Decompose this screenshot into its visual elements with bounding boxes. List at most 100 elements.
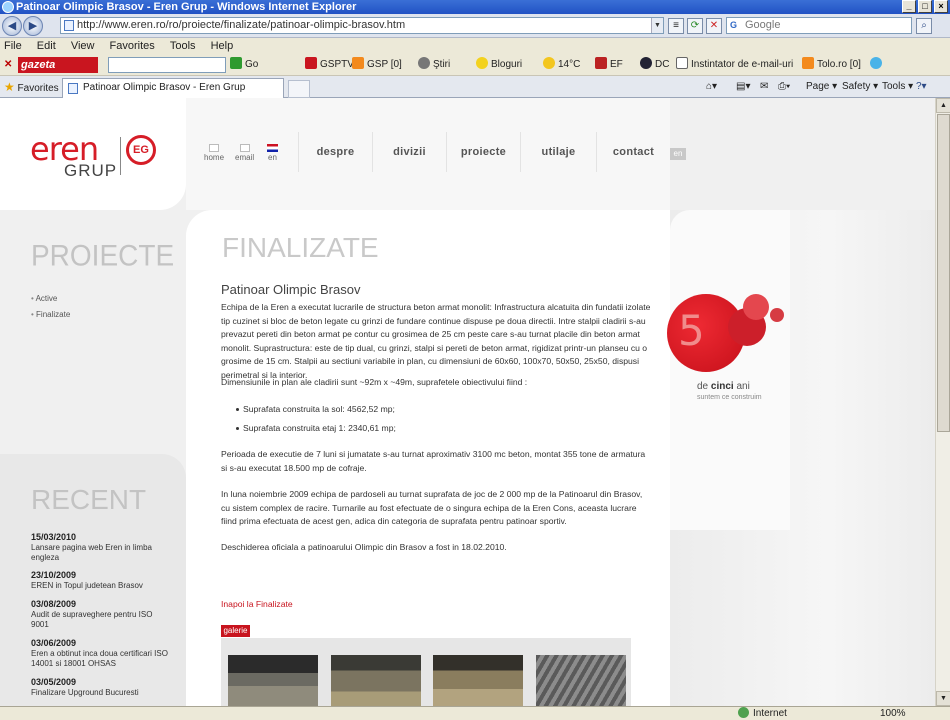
search-input[interactable]: G Google [726, 17, 912, 34]
toolbar-gsp[interactable]: GSP [0] [352, 54, 402, 76]
news-item[interactable]: 03/05/2009 Finalizare Upground Bucuresti [31, 677, 171, 698]
lang-chip-en[interactable]: en [670, 148, 686, 160]
quick-link-email[interactable]: email [235, 144, 254, 162]
menu-edit[interactable]: Edit [37, 40, 56, 52]
toolbar-bloguri[interactable]: Bloguri [476, 54, 522, 76]
quick-link-en[interactable]: en [267, 144, 278, 162]
badge-number: 5 [678, 306, 705, 355]
safety-menu[interactable]: Safety ▾ [842, 76, 878, 98]
status-bar: Internet 100% [0, 706, 950, 720]
sidebar-link-active[interactable]: Active [31, 294, 58, 303]
search-icon[interactable]: ⌕ [916, 18, 932, 34]
article-content: FINALIZATE Patinoar Olimpic Brasov Echip… [186, 210, 670, 706]
favorites-button[interactable]: ★ Favorites [4, 76, 59, 100]
ie-logo-icon [2, 1, 14, 13]
news-item[interactable]: 03/08/2009 Audit de supraveghere pentru I… [31, 599, 171, 630]
lightbulb-icon [476, 57, 488, 69]
nav-proiecte[interactable]: proiecte [446, 132, 520, 172]
gallery-label: galerie [221, 625, 250, 637]
toolbar-stiri[interactable]: Ştiri [418, 54, 450, 76]
go-arrow-icon [230, 57, 242, 69]
vertical-scrollbar[interactable]: ▲ ▼ [935, 98, 950, 706]
red-circle-tiny [770, 308, 784, 322]
scroll-down-arrow[interactable]: ▼ [936, 691, 950, 706]
news-item[interactable]: 23/10/2009 EREN in Topul judetean Brasov [31, 570, 171, 591]
page-menu[interactable]: Page ▾ [806, 76, 837, 98]
maximize-button[interactable]: □ [918, 0, 932, 13]
tab-active[interactable]: Patinoar Olimpic Brasov - Eren Grup [62, 78, 284, 98]
close-button[interactable]: × [934, 0, 948, 13]
nav-despre[interactable]: despre [298, 132, 372, 172]
toolbar-gsptv[interactable]: GSPTV [305, 54, 354, 76]
red-circle-small [743, 294, 769, 320]
sidebar-projects: PROIECTE Active Finalizate [0, 210, 186, 454]
badge-tagline: de cinci ani [697, 381, 750, 392]
zoom-level[interactable]: 100% [880, 707, 906, 720]
logo-card: eren GRUP EG [0, 98, 186, 210]
mail-icon[interactable]: ✉ [760, 76, 768, 98]
tools-menu[interactable]: Tools ▾ [882, 76, 913, 98]
toolbar-go-button[interactable]: Go [230, 54, 258, 76]
new-tab-button[interactable] [288, 80, 310, 98]
help-icon[interactable]: ?▾ [916, 76, 927, 98]
rss-icon [802, 57, 814, 69]
menu-view[interactable]: View [71, 40, 95, 52]
page-viewport: eren GRUP EG home email en despre divizi… [0, 98, 935, 706]
address-bar: ◀ ▶ http://www.eren.ro/ro/proiecte/final… [0, 14, 950, 38]
stop-icon[interactable]: ✕ [706, 18, 722, 34]
gazeta-logo[interactable]: gazeta [18, 57, 98, 73]
feeds-icon[interactable]: ▤▾ [736, 76, 750, 98]
toolbar-dc[interactable]: DC [640, 54, 669, 76]
forward-button[interactable]: ▶ [23, 16, 43, 36]
list-item: Suprafata construita la sol: 4562,52 mp; [236, 404, 395, 414]
eren-grup-logo[interactable]: eren GRUP EG [30, 133, 156, 179]
gallery-thumbnail[interactable] [433, 655, 523, 706]
article-paragraph: In luna noiembrie 2009 echipa de pardose… [221, 489, 643, 527]
scrollbar-thumb[interactable] [937, 114, 950, 432]
gallery-thumbnail[interactable] [331, 655, 421, 706]
back-button[interactable]: ◀ [2, 16, 22, 36]
url-dropdown-icon[interactable]: ▼ [651, 18, 663, 33]
nav-divizii[interactable]: divizii [372, 132, 446, 172]
nav-contact[interactable]: contact [596, 132, 670, 172]
toolbar-weather[interactable]: 14°C [543, 54, 580, 76]
menu-tools[interactable]: Tools [170, 40, 196, 52]
print-icon[interactable]: ⎙▾ [778, 76, 790, 98]
toolbar-ef[interactable]: EF [595, 54, 623, 76]
toolbar-close-icon[interactable]: ✕ [4, 54, 12, 76]
news-item[interactable]: 03/06/2009 Eren a obtinut inca doua certi… [31, 638, 171, 669]
rss-icon [352, 57, 364, 69]
menu-favorites[interactable]: Favorites [110, 40, 155, 52]
home-icon[interactable]: ⌂▾ [706, 76, 717, 98]
menu-help[interactable]: Help [211, 40, 234, 52]
badge-subtitle: suntem ce construim [697, 394, 762, 401]
addon-toolbar: ✕ gazeta Go GSPTV GSP [0] Ştiri Bloguri … [0, 54, 950, 76]
toolbar-tolo[interactable]: Tolo.ro [0] [802, 54, 861, 76]
star-icon: ★ [4, 80, 15, 94]
back-to-finalizate-link[interactable]: Inapoi la Finalizate [221, 599, 293, 609]
toolbar-email-notifier[interactable]: Instintator de e-mail-uri [676, 54, 793, 76]
section-title: FINALIZATE [222, 232, 379, 263]
news-item[interactable]: 15/03/2010 Lansare pagina web Eren in lim… [31, 532, 171, 563]
article-paragraph: Perioada de executie de 7 luni si jumata… [221, 449, 646, 473]
gallery-thumbnail[interactable] [228, 655, 318, 706]
toolbar-search-input[interactable] [108, 57, 226, 73]
nav-utilaje[interactable]: utilaje [520, 132, 596, 172]
page-icon [64, 20, 74, 31]
menu-file[interactable]: File [4, 40, 22, 52]
news-icon [418, 57, 430, 69]
url-input[interactable]: http://www.eren.ro/ro/proiecte/finalizat… [60, 17, 664, 34]
quick-link-home[interactable]: home [204, 144, 224, 162]
window-titlebar: Patinoar Olimpic Brasov - Eren Grup - Wi… [0, 0, 950, 14]
scroll-up-arrow[interactable]: ▲ [936, 98, 950, 113]
minimize-button[interactable]: _ [902, 0, 916, 13]
article-paragraph: Dimensiunile in plan ale cladirii sunt ~… [221, 377, 528, 387]
gallery-thumbnail[interactable] [536, 655, 626, 706]
toolbar-bird[interactable] [870, 54, 885, 76]
tabs-bar: ★ Favorites Patinoar Olimpic Brasov - Er… [0, 76, 950, 98]
sidebar-link-finalizate[interactable]: Finalizate [31, 310, 70, 319]
compat-view-icon[interactable]: ≡ [668, 18, 684, 34]
refresh-icon[interactable]: ⟳ [687, 18, 703, 34]
home-icon [209, 144, 219, 152]
article-paragraph: Echipa de la Eren a executat lucrarile d… [221, 302, 651, 380]
